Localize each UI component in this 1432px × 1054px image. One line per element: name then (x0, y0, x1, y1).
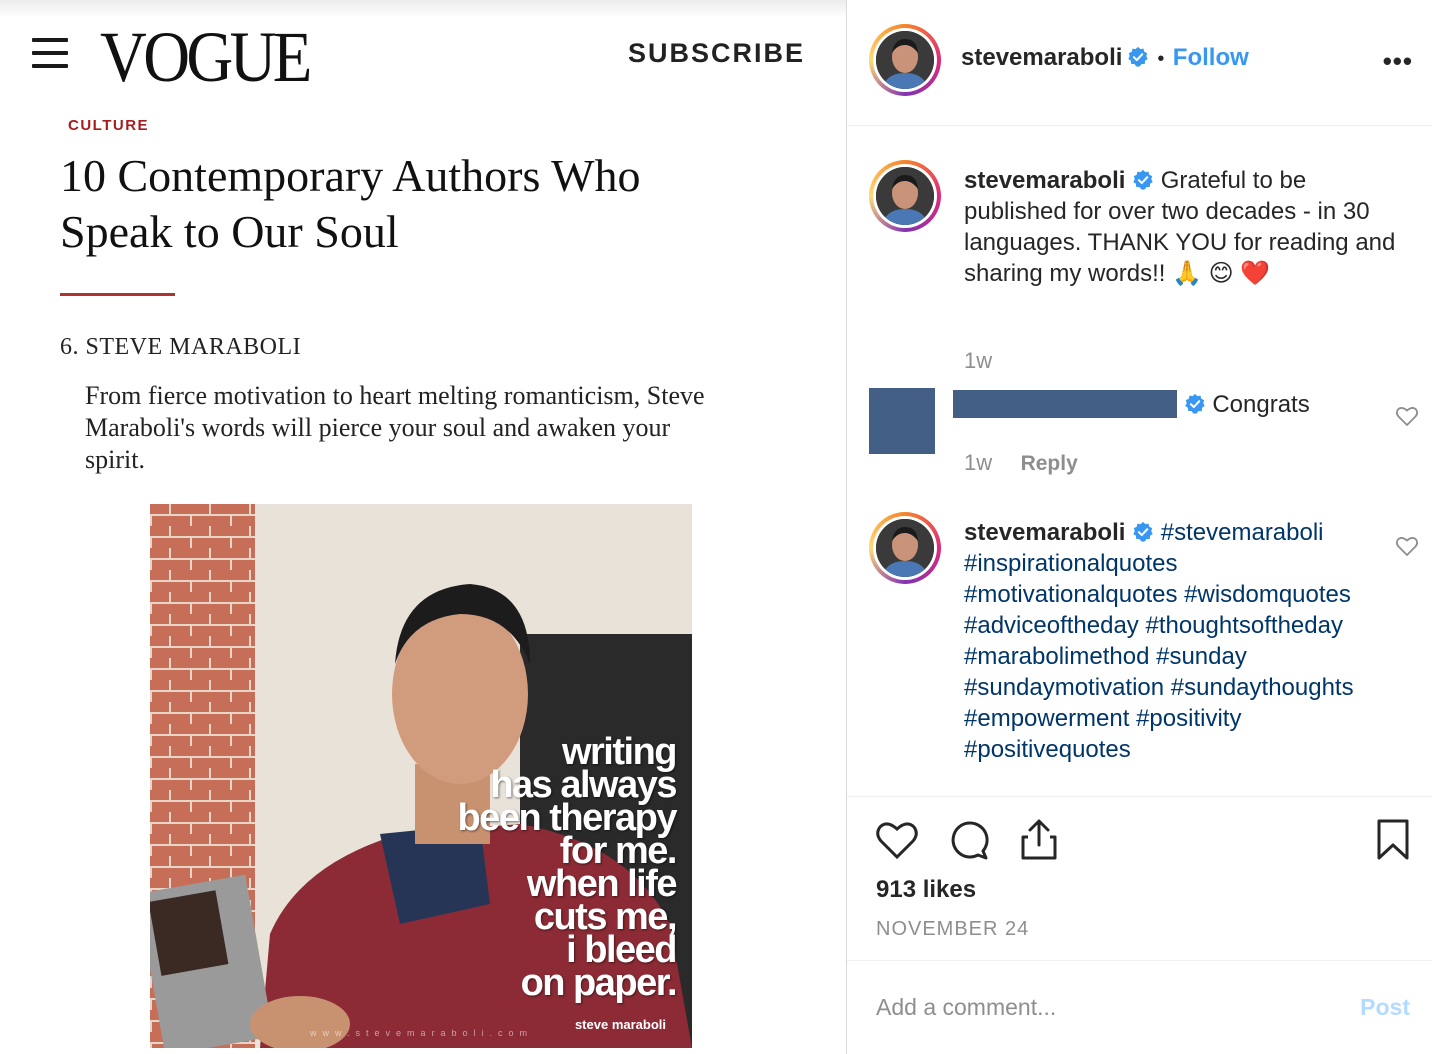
commenter-name-redacted (953, 390, 1177, 418)
reply-button[interactable]: Reply (1021, 452, 1078, 475)
share-icon[interactable] (1019, 817, 1059, 861)
hashtag-list[interactable]: #stevemaraboli #inspirationalquotes #mot… (964, 519, 1354, 763)
add-comment-input[interactable]: Add a comment... (876, 994, 1056, 1021)
verified-badge-icon (1128, 46, 1148, 67)
vogue-logo[interactable]: VOGUE (100, 16, 312, 99)
like-heart-icon[interactable] (875, 819, 919, 861)
like-count[interactable]: 913 likes (876, 876, 976, 904)
profile-avatar[interactable] (869, 24, 941, 96)
post-date[interactable]: NOVEMBER 24 (876, 918, 1029, 941)
save-bookmark-icon[interactable] (1375, 818, 1411, 862)
avatar-image (876, 31, 934, 89)
image-signature: steve maraboli (574, 1017, 666, 1032)
headline-divider (60, 293, 175, 296)
avatar-image (876, 519, 934, 577)
comment-row: Congrats (953, 390, 1310, 419)
image-url-watermark: www.stevemaraboli.com (310, 1028, 534, 1038)
post-caption: stevemaraboli Grateful to be published f… (964, 165, 1414, 289)
subscribe-button[interactable]: SUBSCRIBE (628, 38, 805, 69)
more-options-icon[interactable]: ••• (1383, 46, 1413, 77)
article-headline: 10 Contemporary Authors Who Speak to Our… (60, 150, 641, 257)
post-comment-button[interactable]: Post (1360, 994, 1410, 1021)
author-photo: writing has always been therapy for me. … (150, 504, 692, 1048)
separator-dot: • (1157, 48, 1165, 70)
caption-avatar[interactable] (869, 160, 941, 232)
hashtag-comment: stevemaraboli #stevemaraboli #inspiratio… (964, 517, 1384, 789)
caption-timestamp[interactable]: 1w (964, 348, 992, 374)
post-header: stevemaraboli • Follow ••• (847, 0, 1432, 126)
verified-badge-icon (1133, 169, 1153, 190)
instagram-post-panel: stevemaraboli • Follow ••• stevemaraboli (846, 0, 1432, 1054)
category-label[interactable]: CULTURE (68, 117, 149, 134)
commenter-avatar-redacted (869, 388, 935, 454)
comment-icon[interactable] (947, 819, 989, 861)
list-item-title: 6. STEVE MARABOLI (60, 334, 302, 360)
header-user-row: stevemaraboli • Follow (961, 44, 1249, 72)
follow-button[interactable]: Follow (1173, 44, 1249, 71)
verified-badge-icon (1133, 521, 1153, 542)
comment-meta: 1w Reply (964, 450, 1078, 476)
vogue-article-panel: VOGUE SUBSCRIBE CULTURE 10 Contemporary … (0, 0, 846, 1054)
hashtag-comment-username[interactable]: stevemaraboli (964, 519, 1125, 546)
comment-like-heart-icon[interactable] (1395, 535, 1419, 557)
caption-username[interactable]: stevemaraboli (964, 167, 1125, 194)
verified-badge-icon (1184, 393, 1205, 414)
hashtag-comment-avatar[interactable] (869, 512, 941, 584)
list-item-description: From fierce motivation to heart melting … (85, 381, 705, 474)
comment-like-heart-icon[interactable] (1395, 405, 1419, 427)
quote-line: on paper. (520, 962, 678, 1004)
header-username[interactable]: stevemaraboli (961, 44, 1122, 71)
comment-timestamp[interactable]: 1w (964, 450, 992, 475)
avatar-image (876, 167, 934, 225)
comment-divider (847, 960, 1432, 961)
comment-text: Congrats (1212, 391, 1310, 418)
menu-icon[interactable] (32, 38, 68, 68)
quote-overlay: writing has always been therapy for me. … (457, 733, 678, 1004)
actions-divider (847, 796, 1432, 797)
